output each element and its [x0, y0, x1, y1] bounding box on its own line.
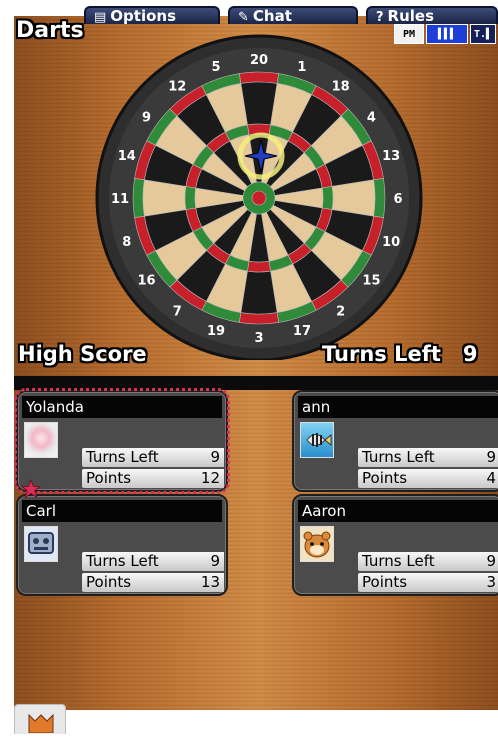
dartboard-number: 15 — [362, 274, 380, 289]
signal-icon: ▌▌▌ — [426, 24, 468, 44]
turns-left-stat: Turns Left 9 — [82, 552, 224, 571]
points-stat: Points 13 — [82, 573, 224, 592]
tab-chat[interactable]: ✎ Chat — [228, 6, 358, 24]
turns-left-stat: Turns Left 9 — [82, 448, 224, 467]
dartboard-segments — [95, 34, 423, 360]
dartboard-number: 4 — [367, 110, 376, 125]
player-card-yolanda[interactable]: Yolanda Turns Left 9 Points 12 — [14, 388, 230, 494]
player-card-carl[interactable]: Carl Turns Left 9 Points 13 — [16, 494, 228, 596]
rose-icon — [24, 422, 58, 458]
bottom-tab-bar — [0, 710, 498, 734]
player-name: Yolanda — [22, 396, 222, 418]
current-turn-marker-icon — [20, 478, 42, 499]
bullseye — [251, 190, 267, 206]
player-name: Carl — [22, 500, 222, 522]
divider-bar — [14, 376, 498, 390]
dartboard-number: 18 — [332, 80, 350, 95]
dartboard-number: 6 — [393, 192, 402, 207]
options-icon: ▤ — [94, 10, 107, 24]
dartboard-segment — [184, 186, 197, 210]
dartboard-number: 10 — [382, 235, 400, 250]
turns-left-header: Turns Left 9 — [322, 342, 477, 366]
dartboard-number: 3 — [254, 331, 263, 346]
dartboard-segment — [247, 260, 271, 273]
dartboard-number: 16 — [137, 274, 155, 289]
dartboard-number: 11 — [111, 192, 129, 207]
help-icon: ? — [376, 10, 384, 24]
turns-left-stat: Turns Left 9 — [358, 448, 498, 467]
player-name: ann — [298, 396, 498, 418]
dartboard-segment — [321, 186, 334, 210]
high-score-label: High Score — [18, 342, 147, 366]
dartboard-number: 14 — [118, 149, 136, 164]
dartboard-number: 20 — [250, 53, 268, 68]
dartboard-number: 1 — [297, 60, 306, 75]
player-card-aaron[interactable]: Aaron Turns Left 9 Points 3 — [292, 494, 498, 596]
dartboard-number: 5 — [212, 60, 221, 75]
player-name: Aaron — [298, 500, 498, 522]
dartboard-number: 13 — [382, 149, 400, 164]
points-stat: Points 12 — [82, 469, 224, 488]
robot-icon — [24, 526, 58, 562]
game-title: Darts — [16, 18, 84, 43]
dartboard-number: 12 — [168, 80, 186, 95]
dartboard[interactable]: 20 1 18 4 13 6 10 15 2 17 3 19 7 16 8 11 14 9 12 5 — [94, 30, 424, 360]
dartboard-number: 2 — [336, 304, 345, 319]
turns-left-label: Turns Left — [322, 342, 441, 366]
tab-rules[interactable]: ? Rules — [366, 6, 498, 24]
dartboard-number: 17 — [293, 324, 311, 339]
hamster-icon — [300, 526, 334, 562]
dartboard-number: 19 — [207, 324, 225, 339]
dartboard-number: 7 — [173, 304, 182, 319]
turns-left-value: 9 — [462, 342, 478, 366]
fox-avatar-icon — [28, 713, 54, 734]
turns-left-stat: Turns Left 9 — [358, 552, 498, 571]
dartboard-number: 8 — [122, 235, 131, 250]
dartboard-number: 9 — [142, 110, 151, 125]
aim-cursor — [237, 132, 285, 180]
points-stat: Points 3 — [358, 573, 498, 592]
player-card-ann[interactable]: ann Turns Left 9 Points 4 — [292, 390, 498, 492]
points-stat: Points 4 — [358, 469, 498, 488]
profile-tab[interactable] — [14, 704, 66, 734]
pencil-icon: ✎ — [238, 10, 249, 24]
tab-options[interactable]: ▤ Options — [84, 6, 220, 24]
fish-icon — [300, 422, 334, 458]
battery-icon: T.▌ — [470, 24, 496, 44]
